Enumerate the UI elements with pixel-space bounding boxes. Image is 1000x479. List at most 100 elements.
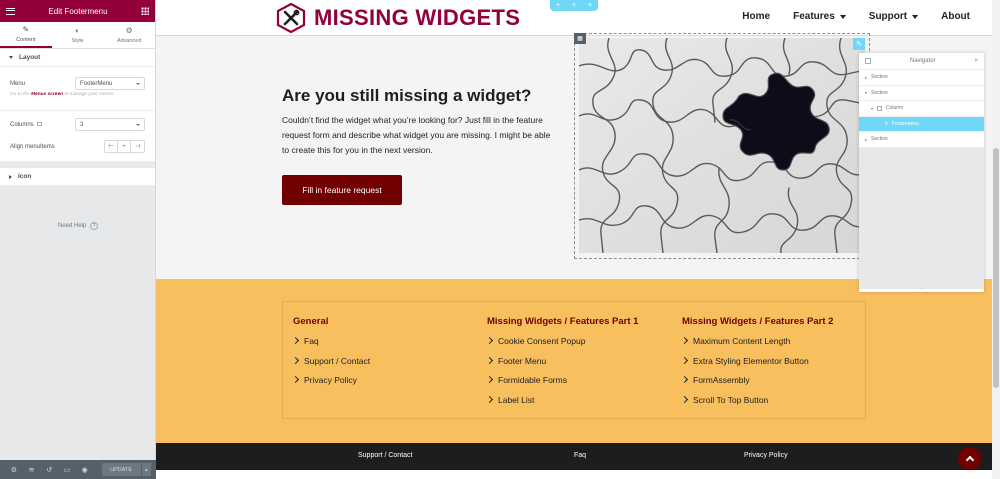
menu-hint: Go to the Menus screen to manage your me… — [0, 90, 155, 97]
add-section-icon[interactable]: + — [556, 2, 560, 9]
menus-screen-link[interactable]: Menus screen — [31, 92, 63, 97]
chevron-right-icon — [680, 356, 689, 364]
chevron-right-icon — [680, 395, 689, 403]
chevron-right-icon — [485, 356, 494, 364]
page-scrollbar[interactable] — [992, 0, 1000, 479]
resize-handle-icon[interactable]: … — [859, 286, 984, 292]
caret-down-icon — [839, 14, 846, 19]
settings-icon[interactable]: ⚙ — [5, 466, 23, 474]
nav-home[interactable]: Home — [742, 11, 770, 22]
footer-link-label: Cookie Consent Popup — [498, 336, 586, 346]
footer-link-label: Faq — [304, 336, 319, 346]
columns-select-value: 3 — [80, 121, 84, 128]
footer-link[interactable]: Privacy Policy — [291, 375, 370, 395]
column-handle-icon[interactable]: ▦ — [574, 33, 586, 44]
responsive-icon[interactable]: ▭ — [58, 466, 76, 474]
footer-link-label: Privacy Policy — [304, 375, 357, 385]
navigator-row[interactable]: ▸ Section — [859, 132, 984, 148]
footermenu-widget[interactable]: General Faq Support / Contact Privacy Po… — [282, 301, 866, 419]
navigator-row[interactable]: ▾ Column — [859, 101, 984, 117]
image-column[interactable] — [574, 33, 870, 259]
footer-link[interactable]: Faq — [291, 336, 370, 356]
expand-all-icon[interactable] — [865, 58, 871, 64]
columns-select[interactable]: 3 — [75, 118, 145, 131]
footer-link[interactable]: Footer Menu — [485, 356, 638, 376]
caret-down-icon: ▾ — [865, 90, 868, 96]
bottom-link-faq[interactable]: Faq — [574, 452, 586, 459]
bottom-bar: Support / Contact Faq Privacy Policy — [156, 443, 992, 470]
site-header: MISSING WIDGETS + ⠿ × Home Features Supp… — [156, 0, 992, 36]
footer-link[interactable]: FormAssembly — [680, 375, 833, 395]
footer-link[interactable]: Maximum Content Length — [680, 336, 833, 356]
chevron-right-icon — [485, 336, 494, 345]
need-help-link[interactable]: Need Help ? — [0, 222, 156, 230]
section-layout-toggle[interactable]: Layout — [0, 49, 155, 67]
section-handle[interactable]: + ⠿ × — [550, 0, 598, 11]
navigator-header[interactable]: Navigator × — [859, 53, 984, 70]
nav-about[interactable]: About — [941, 11, 970, 22]
gear-icon: ⚙ — [125, 25, 133, 35]
chevron-right-icon — [680, 375, 689, 384]
navigator-row[interactable]: ▸ Section — [859, 70, 984, 86]
navigator-row-label: Section — [871, 74, 888, 81]
navigator-row[interactable]: ▾ Section — [859, 86, 984, 101]
align-choices: ⊢ + ⊣ — [104, 140, 145, 153]
question-icon: ? — [90, 222, 99, 230]
menu-select[interactable]: FooterMenu — [75, 77, 145, 90]
footer-link[interactable]: Support / Contact — [291, 356, 370, 376]
scrollbar-thumb[interactable] — [993, 148, 999, 388]
bottom-link-support[interactable]: Support / Contact — [358, 452, 412, 459]
preview-eye-icon[interactable]: ◉ — [76, 466, 94, 474]
columns-control: Columns 3 — [0, 118, 155, 131]
footer-link[interactable]: Scroll To Top Button — [680, 395, 833, 415]
caret-right-icon: ▸ — [865, 136, 868, 142]
tab-content[interactable]: ✎ Content — [0, 22, 52, 48]
caret-down-icon — [9, 56, 13, 59]
bottom-link-privacy[interactable]: Privacy Policy — [744, 452, 788, 459]
feature-request-button[interactable]: Fill in feature request — [282, 175, 402, 205]
main-navigation: Home Features Support About — [742, 11, 970, 22]
remove-section-icon[interactable]: × — [588, 2, 592, 9]
columns-label: Columns — [10, 121, 34, 128]
menu-icon[interactable] — [6, 7, 15, 15]
half-circle-icon: ◐ — [75, 25, 80, 35]
footer-heading: Missing Widgets / Features Part 1 — [487, 316, 639, 327]
close-icon[interactable]: × — [974, 58, 978, 64]
align-control: Align menuItems ⊢ + ⊣ — [0, 140, 155, 153]
layers-icon[interactable]: ≋ — [23, 466, 41, 474]
footer-link-label: FormAssembly — [693, 375, 750, 385]
navigator-row-label: Section — [871, 89, 888, 96]
tab-advanced[interactable]: ⚙ Advanced — [103, 22, 155, 48]
hero-title: Are you still missing a widget? — [282, 86, 532, 105]
chevron-up-icon — [965, 455, 974, 465]
nav-support[interactable]: Support — [869, 11, 919, 22]
widgets-grid-icon[interactable] — [140, 7, 149, 15]
align-right-icon[interactable]: ⊣ — [131, 141, 144, 152]
footer-column-general: General Faq Support / Contact Privacy Po… — [291, 316, 370, 395]
section-icon-toggle[interactable]: Icon — [0, 168, 155, 186]
update-button[interactable]: UPDATE — [101, 463, 141, 476]
navigator-row-selected[interactable]: ≡ Footermenu — [859, 116, 984, 132]
chevron-down-icon — [136, 82, 140, 85]
menu-control: Menu FooterMenu — [0, 77, 155, 90]
tab-style[interactable]: ◐ Style — [52, 22, 104, 48]
desktop-icon[interactable] — [36, 121, 42, 126]
pencil-icon: ✎ — [22, 24, 30, 34]
align-left-icon[interactable]: ⊢ — [105, 141, 118, 152]
update-options-icon[interactable]: ▴ — [140, 463, 151, 476]
scroll-to-top-button[interactable] — [958, 447, 981, 470]
footer-link[interactable]: Cookie Consent Popup — [485, 336, 638, 356]
chevron-right-icon — [291, 336, 300, 345]
footer-link[interactable]: Label List — [485, 395, 638, 415]
navigator-empty-area — [859, 147, 984, 289]
align-center-icon[interactable]: + — [118, 141, 131, 152]
nav-features[interactable]: Features — [793, 11, 846, 22]
site-logo[interactable]: MISSING WIDGETS — [276, 2, 520, 34]
menu-label: Menu — [10, 80, 26, 87]
history-icon[interactable]: ↺ — [40, 466, 58, 474]
footer-heading: General — [293, 316, 329, 327]
drag-section-icon[interactable]: ⠿ — [572, 3, 576, 9]
edit-widget-icon[interactable]: ✎ — [853, 38, 865, 50]
footer-link[interactable]: Extra Styling Elementor Button — [680, 356, 833, 376]
footer-link[interactable]: Formidable Forms — [485, 375, 638, 395]
